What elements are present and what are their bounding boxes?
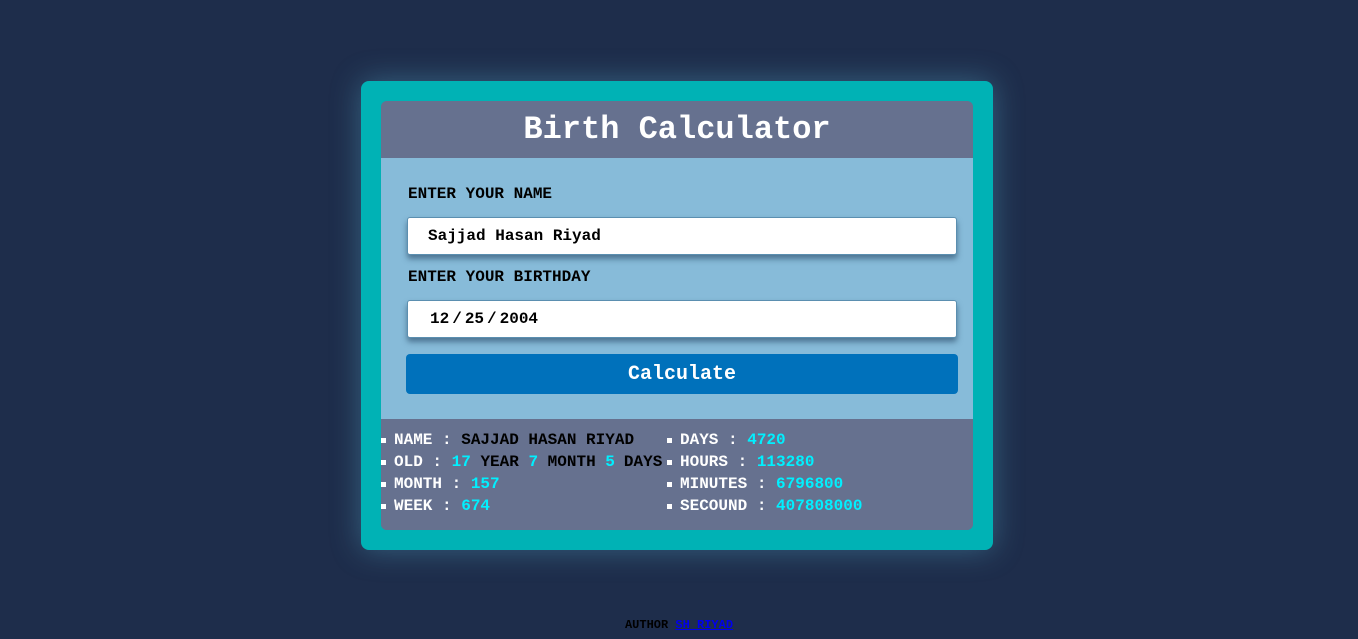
calculator-frame: Birth Calculator ENTER YOUR NAME ENTER Y… bbox=[361, 81, 993, 550]
result-value: 17 bbox=[451, 453, 471, 471]
result-value: 674 bbox=[461, 497, 491, 515]
result-value: 113280 bbox=[756, 453, 815, 471]
result-week: WEEK : 674 bbox=[381, 495, 662, 517]
results-right-list: DAYS : 4720 HOURS : 113280 MINUTES : 679… bbox=[667, 429, 862, 517]
birthday-month[interactable]: 12 bbox=[430, 310, 449, 328]
result-value: SAJJAD HASAN RIYAD bbox=[461, 431, 635, 449]
result-seconds: SECOUND : 407808000 bbox=[667, 495, 862, 517]
author-label: AUTHOR bbox=[624, 618, 669, 632]
result-name: NAME : SAJJAD HASAN RIYAD bbox=[381, 429, 662, 451]
result-value: 5 bbox=[605, 453, 615, 471]
result-value: 6796800 bbox=[776, 475, 844, 493]
name-input[interactable] bbox=[407, 217, 957, 255]
result-value: 4720 bbox=[747, 431, 786, 449]
result-old: OLD : 17 YEAR 7 MONTH 5 DAYS bbox=[381, 451, 662, 473]
result-key: DAYS : bbox=[680, 431, 738, 449]
birth-form: ENTER YOUR NAME ENTER YOUR BIRTHDAY 12 /… bbox=[381, 158, 973, 419]
result-key: MINUTES : bbox=[680, 475, 767, 493]
results-left-list: NAME : SAJJAD HASAN RIYAD OLD : 17 YEAR … bbox=[381, 429, 662, 517]
results-panel: NAME : SAJJAD HASAN RIYAD OLD : 17 YEAR … bbox=[381, 419, 973, 530]
result-key: SECOUND : bbox=[680, 497, 767, 515]
calculate-button[interactable]: Calculate bbox=[406, 354, 958, 394]
birthday-label: ENTER YOUR BIRTHDAY bbox=[408, 268, 591, 286]
birthday-year[interactable]: 2004 bbox=[500, 310, 538, 328]
date-separator: / bbox=[487, 310, 497, 328]
result-hours: HOURS : 113280 bbox=[667, 451, 862, 473]
page-title: Birth Calculator bbox=[523, 111, 831, 148]
result-minutes: MINUTES : 6796800 bbox=[667, 473, 862, 495]
author-link[interactable]: SH RIYAD bbox=[675, 618, 733, 632]
result-value: 157 bbox=[470, 475, 500, 493]
name-label: ENTER YOUR NAME bbox=[408, 185, 553, 203]
birthday-day[interactable]: 25 bbox=[465, 310, 484, 328]
date-separator: / bbox=[452, 310, 462, 328]
result-key: OLD : bbox=[394, 453, 443, 471]
result-unit: MONTH bbox=[547, 453, 596, 471]
result-key: NAME : bbox=[394, 431, 452, 449]
header: Birth Calculator bbox=[381, 101, 973, 158]
result-unit: YEAR bbox=[480, 453, 519, 471]
result-key: MONTH : bbox=[394, 475, 462, 493]
calculator-card: Birth Calculator ENTER YOUR NAME ENTER Y… bbox=[381, 101, 973, 530]
result-key: WEEK : bbox=[394, 497, 452, 515]
result-value: 407808000 bbox=[776, 497, 863, 515]
result-unit: DAYS bbox=[623, 453, 663, 471]
result-key: HOURS : bbox=[680, 453, 748, 471]
result-month: MONTH : 157 bbox=[381, 473, 662, 495]
result-value: 7 bbox=[528, 453, 539, 471]
footer: AUTHOR SH RIYAD bbox=[0, 618, 1358, 632]
birthday-input[interactable]: 12 / 25 / 2004 bbox=[407, 300, 957, 338]
result-days: DAYS : 4720 bbox=[667, 429, 862, 451]
